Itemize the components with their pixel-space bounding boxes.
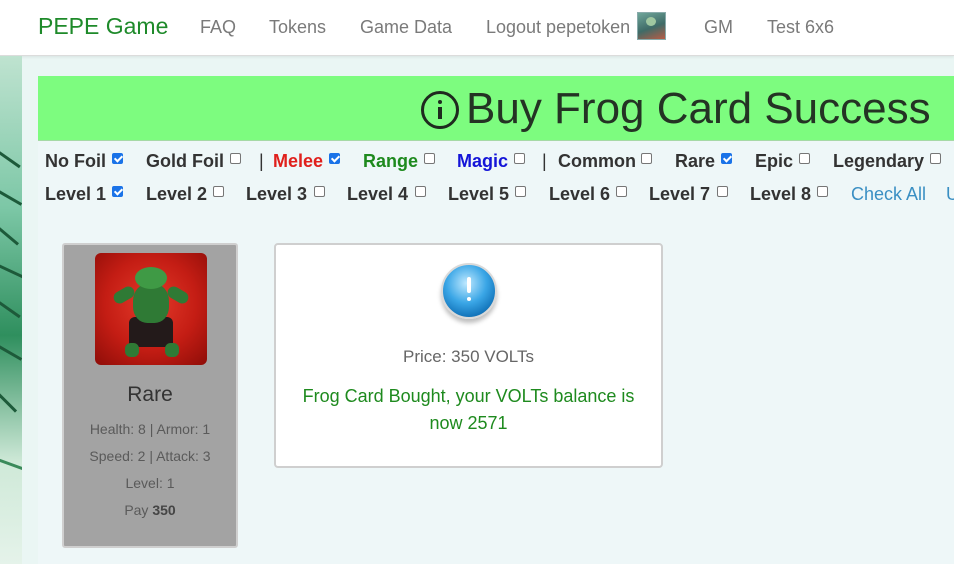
nav-test-6x6[interactable]: Test 6x6: [767, 17, 834, 38]
nav-gm[interactable]: GM: [704, 17, 733, 38]
filter-rare-checkbox[interactable]: [721, 153, 732, 164]
filter-level-7-label[interactable]: Level 7: [649, 184, 710, 205]
purchase-result-box: Price: 350 VOLTs Frog Card Bought, your …: [274, 243, 663, 468]
jungle-background: [0, 56, 22, 564]
frog-card[interactable]: Rare Health: 8 | Armor: 1 Speed: 2 | Att…: [62, 243, 238, 548]
filter-level-5-checkbox[interactable]: [515, 186, 526, 197]
filter-level-1-checkbox[interactable]: [112, 186, 123, 197]
filter-epic-checkbox[interactable]: [799, 153, 810, 164]
brand-link[interactable]: PEPE Game: [38, 13, 168, 40]
card-level: Level: 1: [125, 475, 175, 491]
filter-common-label[interactable]: Common: [558, 151, 636, 172]
filter-level-8-label[interactable]: Level 8: [750, 184, 811, 205]
filter-level-8-checkbox[interactable]: [817, 186, 828, 197]
filter-level-4-checkbox[interactable]: [415, 186, 426, 197]
filter-no-foil-label[interactable]: No Foil: [45, 151, 106, 172]
price-text: Price: 350 VOLTs: [402, 347, 535, 366]
filter-no-foil-checkbox[interactable]: [112, 153, 123, 164]
filter-legendary-label[interactable]: Legendary: [833, 151, 924, 172]
filter-magic-label[interactable]: Magic: [457, 151, 508, 172]
filter-gold-foil-label[interactable]: Gold Foil: [146, 151, 224, 172]
filter-level-2-checkbox[interactable]: [213, 186, 224, 197]
uncheck-all-link[interactable]: U: [946, 184, 954, 205]
frog-card-image: [95, 253, 207, 365]
filter-separator: |: [259, 151, 264, 171]
filter-legendary-checkbox[interactable]: [930, 153, 941, 164]
card-rarity: Rare: [127, 383, 173, 406]
filter-magic-checkbox[interactable]: [514, 153, 525, 164]
user-avatar[interactable]: [637, 12, 666, 40]
filter-epic-label[interactable]: Epic: [755, 151, 793, 172]
info-circle-icon: [421, 91, 459, 129]
success-banner: Buy Frog Card Success: [38, 76, 954, 141]
filter-level-2-label[interactable]: Level 2: [146, 184, 207, 205]
filter-range-checkbox[interactable]: [424, 153, 435, 164]
filter-level-3-label[interactable]: Level 3: [246, 184, 307, 205]
filter-level-6-label[interactable]: Level 6: [549, 184, 610, 205]
filter-level-4-label[interactable]: Level 4: [347, 184, 408, 205]
info-icon: [441, 263, 497, 319]
card-speed-attack: Speed: 2 | Attack: 3: [89, 448, 211, 464]
main-panel: Buy Frog Card Success No Foil Gold Foil …: [38, 76, 954, 564]
success-message: Frog Card Bought, your VOLTs balance is …: [302, 386, 635, 433]
card-pay-value: 350: [152, 502, 176, 518]
top-navbar: PEPE Game FAQ Tokens Game Data Logout pe…: [0, 0, 954, 56]
nav-game-data[interactable]: Game Data: [360, 17, 452, 38]
check-all-link[interactable]: Check All: [851, 184, 926, 205]
filter-range-label[interactable]: Range: [363, 151, 418, 172]
filter-level-5-label[interactable]: Level 5: [448, 184, 509, 205]
card-pay-label: Pay: [124, 502, 149, 518]
filter-level-6-checkbox[interactable]: [616, 186, 627, 197]
filter-melee-checkbox[interactable]: [329, 153, 340, 164]
filter-level-3-checkbox[interactable]: [314, 186, 325, 197]
filter-level-7-checkbox[interactable]: [717, 186, 728, 197]
filter-rare-label[interactable]: Rare: [675, 151, 715, 172]
filter-melee-label[interactable]: Melee: [273, 151, 323, 172]
nav-logout[interactable]: Logout pepetoken: [486, 17, 630, 38]
nav-tokens[interactable]: Tokens: [269, 17, 326, 38]
card-pay: Pay 350: [64, 502, 236, 518]
filter-gold-foil-checkbox[interactable]: [230, 153, 241, 164]
card-health-armor: Health: 8 | Armor: 1: [89, 421, 211, 437]
filter-common-checkbox[interactable]: [641, 153, 652, 164]
success-title: Buy Frog Card Success: [466, 84, 931, 133]
filter-separator: |: [542, 151, 547, 171]
nav-faq[interactable]: FAQ: [200, 17, 236, 38]
filter-level-1-label[interactable]: Level 1: [45, 184, 106, 205]
